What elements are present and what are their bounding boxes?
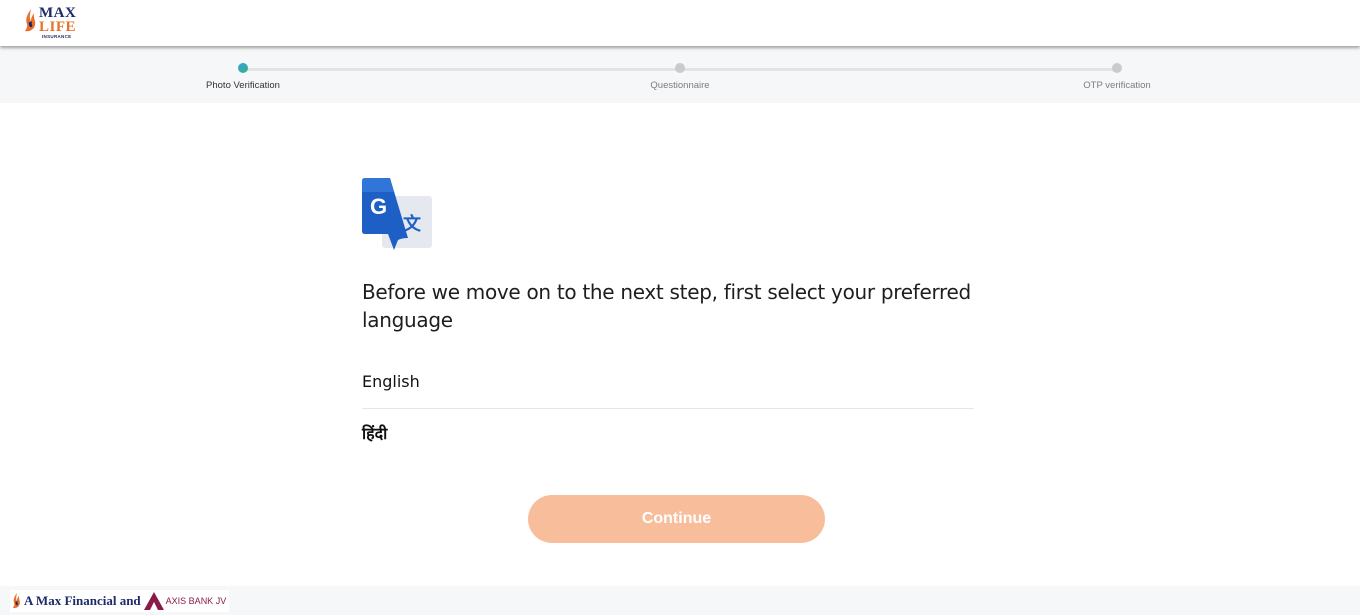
step-otp-verification: OTP verification [1037, 63, 1197, 91]
step-photo-verification: Photo Verification [163, 63, 323, 91]
logo-line-life: LIFE [39, 19, 77, 35]
step-dot [675, 63, 685, 73]
google-translate-icon: G 文 [362, 178, 432, 250]
max-life-logo[interactable]: MAX LIFE INSURANCE [24, 6, 84, 40]
step-questionnaire: Questionnaire [600, 63, 760, 91]
top-header: MAX LIFE INSURANCE [0, 0, 1360, 46]
footer-brand-text: A Max Financial and [24, 593, 141, 608]
language-prompt: Before we move on to the next step, firs… [362, 280, 971, 332]
footer-brand: A Max Financial and AXIS BANK JV [10, 590, 230, 612]
step-label: Photo Verification [206, 80, 280, 91]
step-dot-active [238, 63, 248, 73]
language-option-english[interactable]: English [362, 356, 974, 409]
logo-line-insurance: INSURANCE [42, 34, 72, 39]
progress-stepper: Photo Verification Questionnaire OTP ver… [0, 46, 1360, 103]
language-list: English हिंदी [362, 356, 974, 461]
max-flame-icon [12, 592, 20, 609]
footer: A Max Financial and AXIS BANK JV [0, 586, 1360, 615]
flame-icon [25, 9, 36, 32]
continue-button[interactable]: Continue [528, 495, 825, 543]
svg-text:文: 文 [403, 213, 422, 235]
axis-bank-logo-icon [143, 592, 164, 610]
language-option-hindi[interactable]: हिंदी [362, 409, 974, 461]
axis-bank-text: AXIS BANK JV [165, 596, 227, 606]
step-label: OTP verification [1083, 80, 1151, 91]
step-label: Questionnaire [650, 80, 710, 91]
step-dot [1112, 63, 1122, 73]
svg-text:G: G [370, 194, 387, 219]
